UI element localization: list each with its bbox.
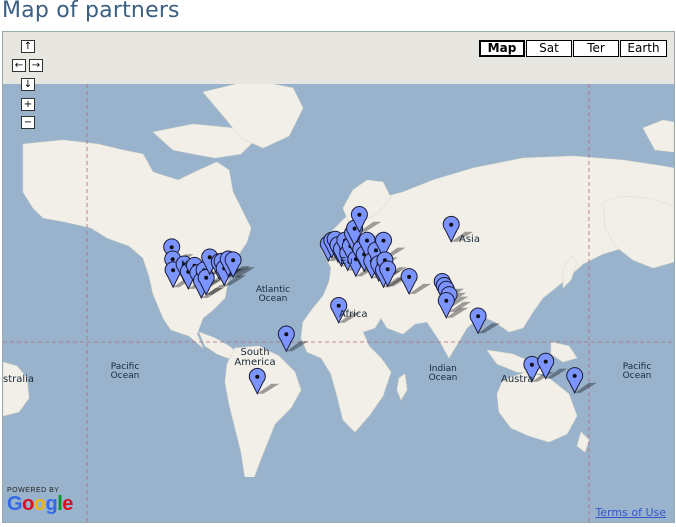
maptype-earth-button[interactable]: Earth bbox=[620, 40, 667, 57]
label-pacific-ocean-right: Pacific Ocean bbox=[622, 362, 652, 381]
google-logo: Google bbox=[7, 493, 73, 515]
label-europe: Eu bbox=[340, 256, 353, 267]
label-australia-left: stralia bbox=[3, 374, 35, 385]
label-africa: Africa bbox=[339, 309, 368, 320]
maptype-ter-button[interactable]: Ter bbox=[573, 40, 619, 57]
map-canvas[interactable] bbox=[3, 32, 674, 522]
label-north-america: N bbox=[181, 260, 188, 270]
map-view[interactable]: ↑ ← → ↓ + − Map Sat Ter Earth N Atlantic… bbox=[2, 31, 675, 523]
terms-of-use-link[interactable]: Terms of Use bbox=[595, 506, 666, 519]
pan-down-button[interactable]: ↓ bbox=[21, 78, 35, 91]
pan-right-button[interactable]: → bbox=[29, 59, 43, 72]
label-asia: Asia bbox=[459, 234, 480, 245]
label-south-america: South America bbox=[234, 347, 276, 368]
page-title: Map of partners bbox=[2, 0, 180, 23]
zoom-in-button[interactable]: + bbox=[21, 98, 35, 111]
label-indian-ocean: Indian Ocean bbox=[428, 364, 458, 383]
maptype-map-button[interactable]: Map bbox=[479, 40, 525, 57]
maptype-sat-button[interactable]: Sat bbox=[526, 40, 572, 57]
label-pacific-ocean-left: Pacific Ocean bbox=[110, 362, 140, 381]
google-branding[interactable]: POWERED BY Google bbox=[7, 487, 73, 514]
zoom-out-button[interactable]: − bbox=[21, 116, 35, 129]
label-australia: Austra bbox=[501, 374, 534, 385]
pan-left-button[interactable]: ← bbox=[12, 59, 26, 72]
pan-up-button[interactable]: ↑ bbox=[21, 40, 35, 53]
label-atlantic-ocean: Atlantic Ocean bbox=[255, 285, 291, 304]
